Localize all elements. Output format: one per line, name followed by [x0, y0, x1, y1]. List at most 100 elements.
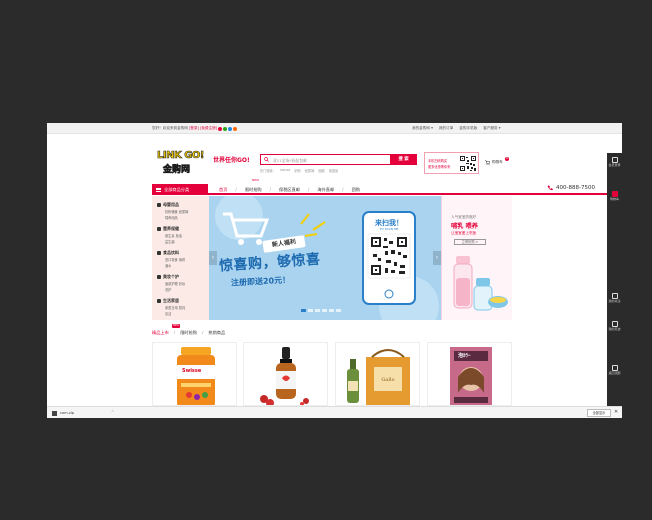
- sidebar-group-home[interactable]: 生活家居 家居日用 厨具 清洁: [157, 298, 209, 316]
- hero-banner[interactable]: 新人福利 惊喜购，够惊喜 注册即送20元！ 来扫我！ TO SCAN ME ‹ …: [209, 196, 441, 320]
- sidebar-sub-item[interactable]: 奶粉辅食: [165, 210, 178, 214]
- nav-item-flash-sale[interactable]: 限时抢购: [245, 187, 262, 193]
- topbar-right: 我的金购网 ▾ 我的订单 金购手机版 客户服务 ▾: [412, 126, 501, 131]
- sidebar-sub-item[interactable]: 维生素: [165, 234, 175, 238]
- weibo-icon[interactable]: [218, 126, 223, 131]
- hotline: 400-888-7500: [547, 185, 595, 191]
- tab-new-arrivals[interactable]: 精品上市: [152, 330, 169, 336]
- toolbar-login[interactable]: 会员登录: [607, 157, 622, 168]
- sidebar-sub-item[interactable]: 清洁: [165, 312, 171, 316]
- lipstick-icon: [157, 275, 161, 279]
- hot-term[interactable]: 奶粉: [294, 168, 300, 173]
- sidebar-group-beauty[interactable]: 美妆个护 面部护理 彩妆 洗护: [157, 274, 209, 292]
- category-sidebar: 母婴用品 奶粉辅食 纸尿裤 喂养用品 营养保健 维生素 鱼油 益生菌 食品饮料 …: [152, 196, 209, 320]
- tab-hot[interactable]: 热销商品: [208, 330, 225, 336]
- nav-sep: /: [307, 187, 310, 192]
- product-card-hair-dye[interactable]: 泡ｶﾗｰ: [427, 342, 512, 406]
- phone-icon: [547, 185, 553, 191]
- sidebar-sub-item[interactable]: 进口零食: [165, 258, 178, 262]
- product-card-wine[interactable]: Gallo: [335, 342, 420, 406]
- qq-icon[interactable]: [228, 126, 233, 131]
- sidebar-group-health[interactable]: 营养保健 维生素 鱼油 益生菌: [157, 226, 209, 244]
- show-all-downloads-button[interactable]: 全部显示: [587, 409, 611, 417]
- sidebar-sub-item[interactable]: 纸尿裤: [179, 210, 189, 214]
- sidebar-sub-item[interactable]: 益生菌: [165, 240, 175, 244]
- logo-text-cn: 金购网: [163, 165, 191, 176]
- toolbar-back-to-top[interactable]: 返回顶部: [607, 365, 622, 376]
- toolbar-favorites-label: 我的关注: [608, 299, 621, 303]
- tab-flash-sale[interactable]: 限时抢购: [180, 330, 197, 336]
- nav-sep: /: [269, 187, 271, 192]
- cart-label: 购物车: [492, 160, 503, 164]
- toolbar-cart[interactable]: 购物车: [607, 191, 622, 202]
- search-placeholder: 双11全场5折起包邮: [273, 157, 307, 163]
- nav-item-home[interactable]: 首页: [219, 187, 227, 193]
- header-cart-button[interactable]: 购物车: [485, 160, 503, 165]
- register-link[interactable]: [免费注册]: [200, 126, 217, 131]
- banner-dot[interactable]: [301, 309, 306, 312]
- hot-term[interactable]: swisse: [280, 168, 290, 173]
- product-card-swisse[interactable]: Swisse: [152, 342, 237, 406]
- sidebar-group-food[interactable]: 食品饮料 进口零食 咖啡 酒水: [157, 250, 209, 268]
- sidebar-sub-item[interactable]: 鱼油: [176, 234, 182, 238]
- topbar-my-account[interactable]: 我的金购网 ▾: [412, 126, 433, 131]
- sidebar-sub-item[interactable]: 面部护理: [165, 282, 178, 286]
- close-icon[interactable]: ✕: [614, 409, 618, 415]
- product-image-vitamin-jar: [177, 347, 215, 405]
- nav-item-overseas[interactable]: 海外直邮: [317, 187, 334, 193]
- sidebar-sub-item[interactable]: 洗护: [165, 288, 171, 292]
- product-image-wine-box: Gallo: [347, 349, 410, 405]
- mobile-qr-promo[interactable]: 手机扫码购买 更多优惠等你来: [424, 152, 479, 174]
- hot-term[interactable]: 纸尿裤: [305, 168, 315, 173]
- hotline-number: 400-888-7500: [556, 185, 595, 191]
- sidebar-sub-item[interactable]: 酒水: [165, 264, 171, 268]
- sidebar-group-title: 母婴用品: [163, 202, 179, 207]
- sidebar-sub-item[interactable]: 彩妆: [179, 282, 185, 286]
- banner-dot[interactable]: [308, 309, 313, 312]
- site-topbar: 您好！欢迎来到金购网 [登录] [免费注册] 我的金购网 ▾ 我的订单 金购手机…: [47, 123, 622, 134]
- nav-item-group-buy[interactable]: 团购: [352, 187, 360, 193]
- promo-line3: 让宝宝爱上吃饭: [451, 231, 477, 235]
- sidebar-sub-item[interactable]: 厨具: [179, 306, 185, 310]
- all-categories-button[interactable]: 全部商品分类: [152, 184, 208, 195]
- sidebar-sub-item[interactable]: 咖啡: [179, 258, 185, 262]
- banner-dot[interactable]: [336, 309, 341, 312]
- phone-scan-sub: TO SCAN ME: [379, 227, 399, 231]
- chevron-up-icon[interactable]: ^: [111, 410, 114, 414]
- sidebar-group-title: 生活家居: [163, 298, 179, 303]
- wechat-icon[interactable]: [223, 126, 228, 131]
- sidebar-sub-item[interactable]: 喂养用品: [165, 216, 178, 220]
- banner-dot[interactable]: [315, 309, 320, 312]
- login-link[interactable]: [登录]: [189, 126, 199, 131]
- promo-line1: 人气宝宝奶瓶好: [451, 215, 477, 219]
- banner-next-button[interactable]: ›: [433, 251, 441, 265]
- download-item[interactable]: com.zip ^: [52, 409, 114, 417]
- banner-phone: 来扫我！ TO SCAN ME: [361, 210, 417, 306]
- cart-icon: [485, 160, 490, 165]
- toolbar-favorites[interactable]: 我的关注: [607, 293, 622, 304]
- sidebar-sub-item[interactable]: 家居日用: [165, 306, 178, 310]
- hot-term[interactable]: 保健品: [329, 168, 339, 173]
- toolbar-history[interactable]: 我的足迹: [607, 321, 622, 332]
- topbar-mobile[interactable]: 金购手机版: [459, 126, 477, 131]
- banner-dot[interactable]: [322, 309, 327, 312]
- banner-prev-button[interactable]: ‹: [209, 251, 217, 265]
- hot-term[interactable]: 面膜: [318, 168, 324, 173]
- promo-buy-button[interactable]: 立即抢购 >: [454, 239, 486, 245]
- search-button[interactable]: 搜 索: [390, 154, 417, 165]
- nav-item-bonded[interactable]: 保税区直邮: [279, 187, 300, 193]
- toolbar-top-label: 返回顶部: [608, 371, 621, 375]
- site-logo[interactable]: LINK GO! 金购网: [157, 150, 207, 176]
- topbar-service[interactable]: 客户服务 ▾: [483, 126, 500, 131]
- product-card-dropper[interactable]: [243, 342, 328, 406]
- banner-dot[interactable]: [329, 309, 334, 312]
- side-promo[interactable]: 人气宝宝奶瓶好 哺乳 喂养 让宝宝爱上吃饭 立即抢购 >: [441, 196, 512, 320]
- topbar-my-orders[interactable]: 我的订单: [439, 126, 453, 131]
- qr-code-icon: [459, 155, 477, 172]
- toolbar-cart-label: 购物车: [609, 197, 619, 201]
- alipay-icon[interactable]: [233, 126, 238, 131]
- sidebar-group-baby[interactable]: 母婴用品 奶粉辅食 纸尿裤 喂养用品: [157, 202, 209, 220]
- bottle-icon: [157, 203, 161, 207]
- house-icon: [157, 299, 161, 303]
- tab-sep: /: [201, 330, 204, 335]
